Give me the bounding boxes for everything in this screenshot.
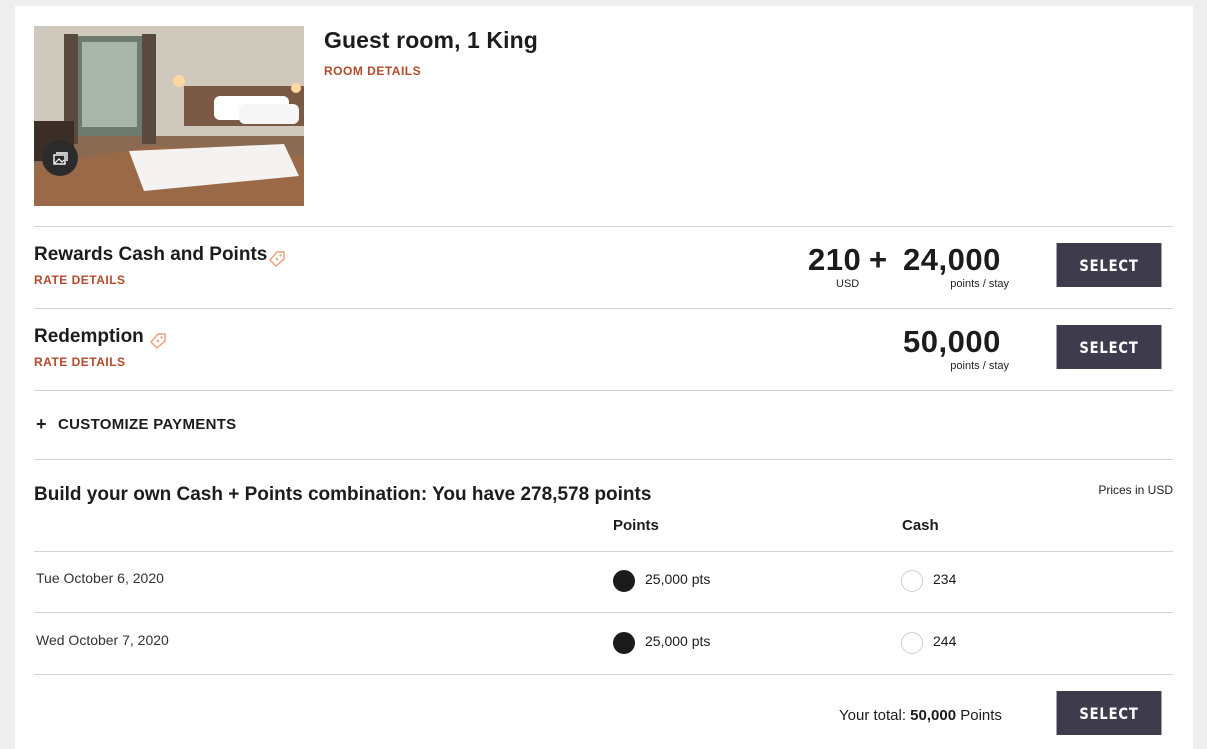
customize-payments-toggle[interactable]: + CUSTOMIZE PAYMENTS xyxy=(36,414,236,435)
builder-title: Build your own Cash + Points combination… xyxy=(34,484,652,505)
rate-name-cash-points: Rewards Cash and Points xyxy=(34,244,268,265)
total-value: 50,000 xyxy=(910,707,957,724)
divider xyxy=(34,226,1173,227)
divider xyxy=(34,308,1173,309)
total-suffix: Points xyxy=(960,707,1002,724)
select-custom-combination-button[interactable]: SELECT xyxy=(1056,691,1162,735)
points-radio[interactable] xyxy=(613,632,635,654)
divider xyxy=(34,551,1173,552)
divider xyxy=(34,390,1173,391)
select-redemption-button[interactable]: SELECT xyxy=(1056,325,1162,369)
gallery-button[interactable] xyxy=(42,140,78,176)
points-amount: 50,000 xyxy=(903,324,1001,359)
customize-payments-label: CUSTOMIZE PAYMENTS xyxy=(58,416,237,433)
divider xyxy=(34,459,1173,460)
column-header-points: Points xyxy=(613,517,659,534)
price-tag-icon xyxy=(150,333,166,349)
points-radio[interactable] xyxy=(613,570,635,592)
plus-icon: + xyxy=(36,414,47,434)
total-prefix: Your total: xyxy=(839,707,906,724)
rate-details-link[interactable]: RATE DETAILS xyxy=(34,273,126,287)
row-date: Wed October 7, 2020 xyxy=(36,632,169,648)
points-unit: points / stay xyxy=(950,278,1009,290)
rate-name-redemption: Redemption xyxy=(34,326,144,347)
select-cash-points-button[interactable]: SELECT xyxy=(1056,243,1162,287)
total-summary: Your total: 50,000 Points xyxy=(839,707,1002,724)
price-tag-icon xyxy=(269,251,285,267)
rate-details-link[interactable]: RATE DETAILS xyxy=(34,355,126,369)
room-photo[interactable] xyxy=(34,26,304,206)
cash-radio[interactable] xyxy=(901,570,923,592)
points-option-label: 25,000 pts xyxy=(645,571,711,587)
room-image xyxy=(34,26,304,206)
gallery-icon xyxy=(53,152,68,165)
points-amount: 24,000 xyxy=(903,242,1001,277)
cash-option-label: 244 xyxy=(933,633,957,649)
prices-note: Prices in USD xyxy=(1098,483,1173,497)
room-details-link[interactable]: ROOM DETAILS xyxy=(324,64,421,78)
points-unit: points / stay xyxy=(950,360,1009,372)
cash-amount: 210 xyxy=(808,242,862,277)
points-option-label: 25,000 pts xyxy=(645,633,711,649)
divider xyxy=(34,612,1173,613)
room-title: Guest room, 1 King xyxy=(324,27,538,53)
cash-unit: USD xyxy=(836,278,860,290)
column-header-cash: Cash xyxy=(902,517,939,534)
cash-option-label: 234 xyxy=(933,571,957,587)
divider xyxy=(34,674,1173,675)
plus-sign: + xyxy=(869,242,888,277)
cash-radio[interactable] xyxy=(901,632,923,654)
row-date: Tue October 6, 2020 xyxy=(36,570,164,586)
